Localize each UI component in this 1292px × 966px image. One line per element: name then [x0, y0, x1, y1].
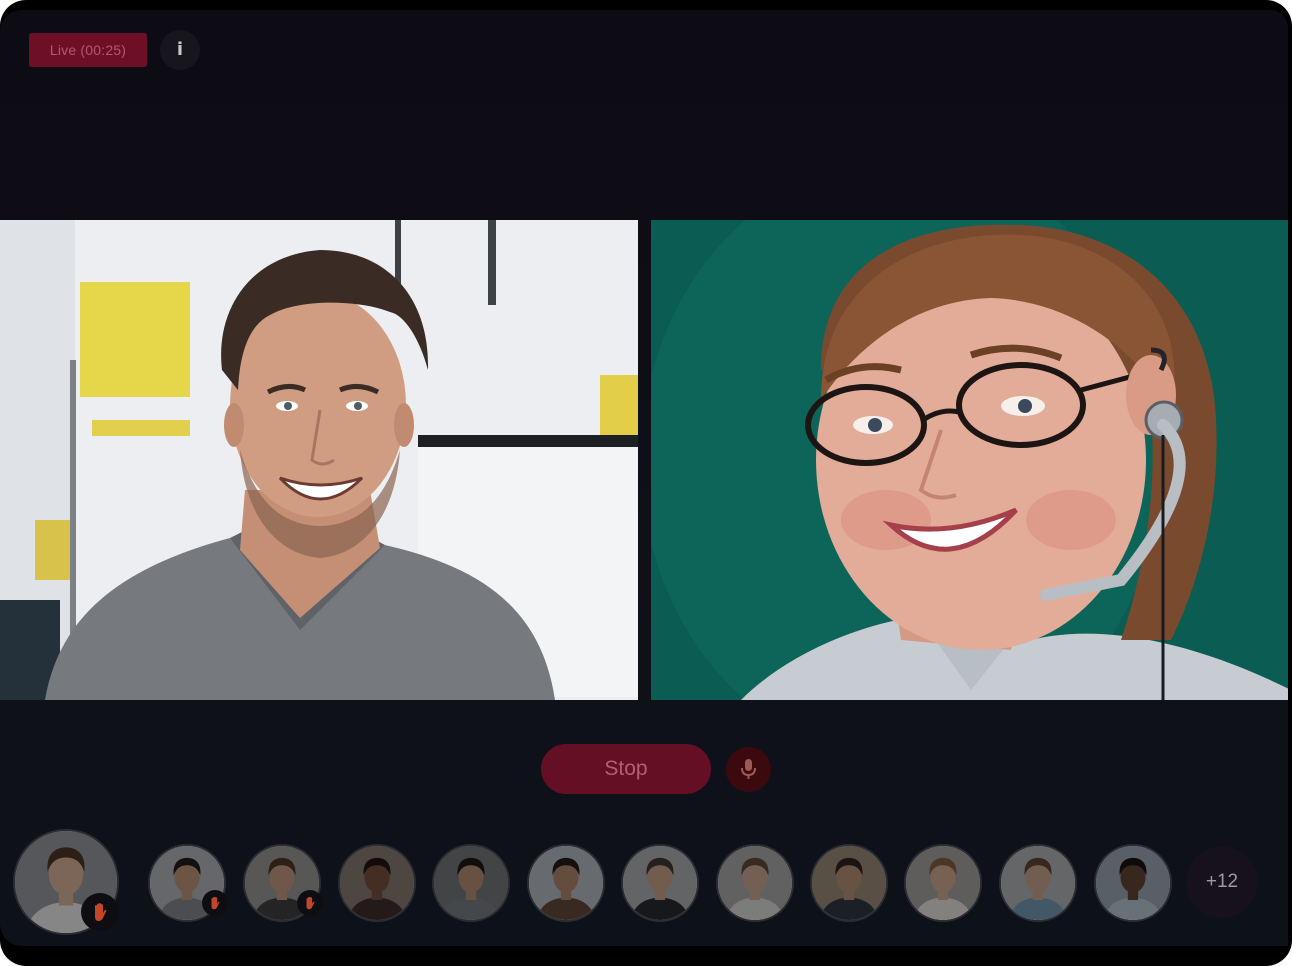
- participant-avatar[interactable]: [906, 846, 980, 920]
- info-button[interactable]: i: [160, 30, 200, 70]
- avatar-photo: [718, 846, 792, 920]
- video-tile-participant-1[interactable]: [0, 220, 638, 700]
- avatar-photo: [906, 846, 980, 920]
- microphone-button[interactable]: [726, 747, 771, 792]
- microphone-icon: [741, 759, 756, 779]
- video-tile-participant-2[interactable]: [651, 220, 1288, 700]
- participant-2-video-feed: [651, 220, 1288, 700]
- avatar-photo: [434, 846, 508, 920]
- avatar-photo: [529, 846, 603, 920]
- raised-hand-icon: [95, 903, 107, 921]
- raised-hand-badge: [81, 893, 119, 931]
- participant-avatar[interactable]: [718, 846, 792, 920]
- raised-hand-badge: [202, 890, 228, 916]
- participants-row: +12: [0, 810, 1288, 940]
- participant-avatar[interactable]: [340, 846, 414, 920]
- participant-avatar[interactable]: [1001, 846, 1075, 920]
- info-icon: i: [176, 39, 184, 60]
- video-call-screen: Live (00:25) i Stop +12: [0, 10, 1288, 946]
- participant-avatar[interactable]: [623, 846, 697, 920]
- participant-1-video-feed: [0, 220, 638, 700]
- device-frame: Live (00:25) i Stop +12: [0, 0, 1292, 966]
- participant-avatar[interactable]: [812, 846, 886, 920]
- raised-hand-icon: [211, 896, 220, 910]
- avatar-photo: [1096, 846, 1170, 920]
- avatar-photo: [623, 846, 697, 920]
- participant-avatar[interactable]: [529, 846, 603, 920]
- raised-hand-badge: [297, 890, 323, 916]
- more-participants-badge[interactable]: +12: [1186, 846, 1258, 918]
- avatar-photo: [340, 846, 414, 920]
- live-status-badge: Live (00:25): [29, 33, 147, 67]
- participant-avatar[interactable]: [1096, 846, 1170, 920]
- stop-button[interactable]: Stop: [541, 744, 711, 794]
- avatar-photo: [812, 846, 886, 920]
- avatar-photo: [1001, 846, 1075, 920]
- participant-avatar[interactable]: [434, 846, 508, 920]
- raised-hand-icon: [306, 896, 315, 910]
